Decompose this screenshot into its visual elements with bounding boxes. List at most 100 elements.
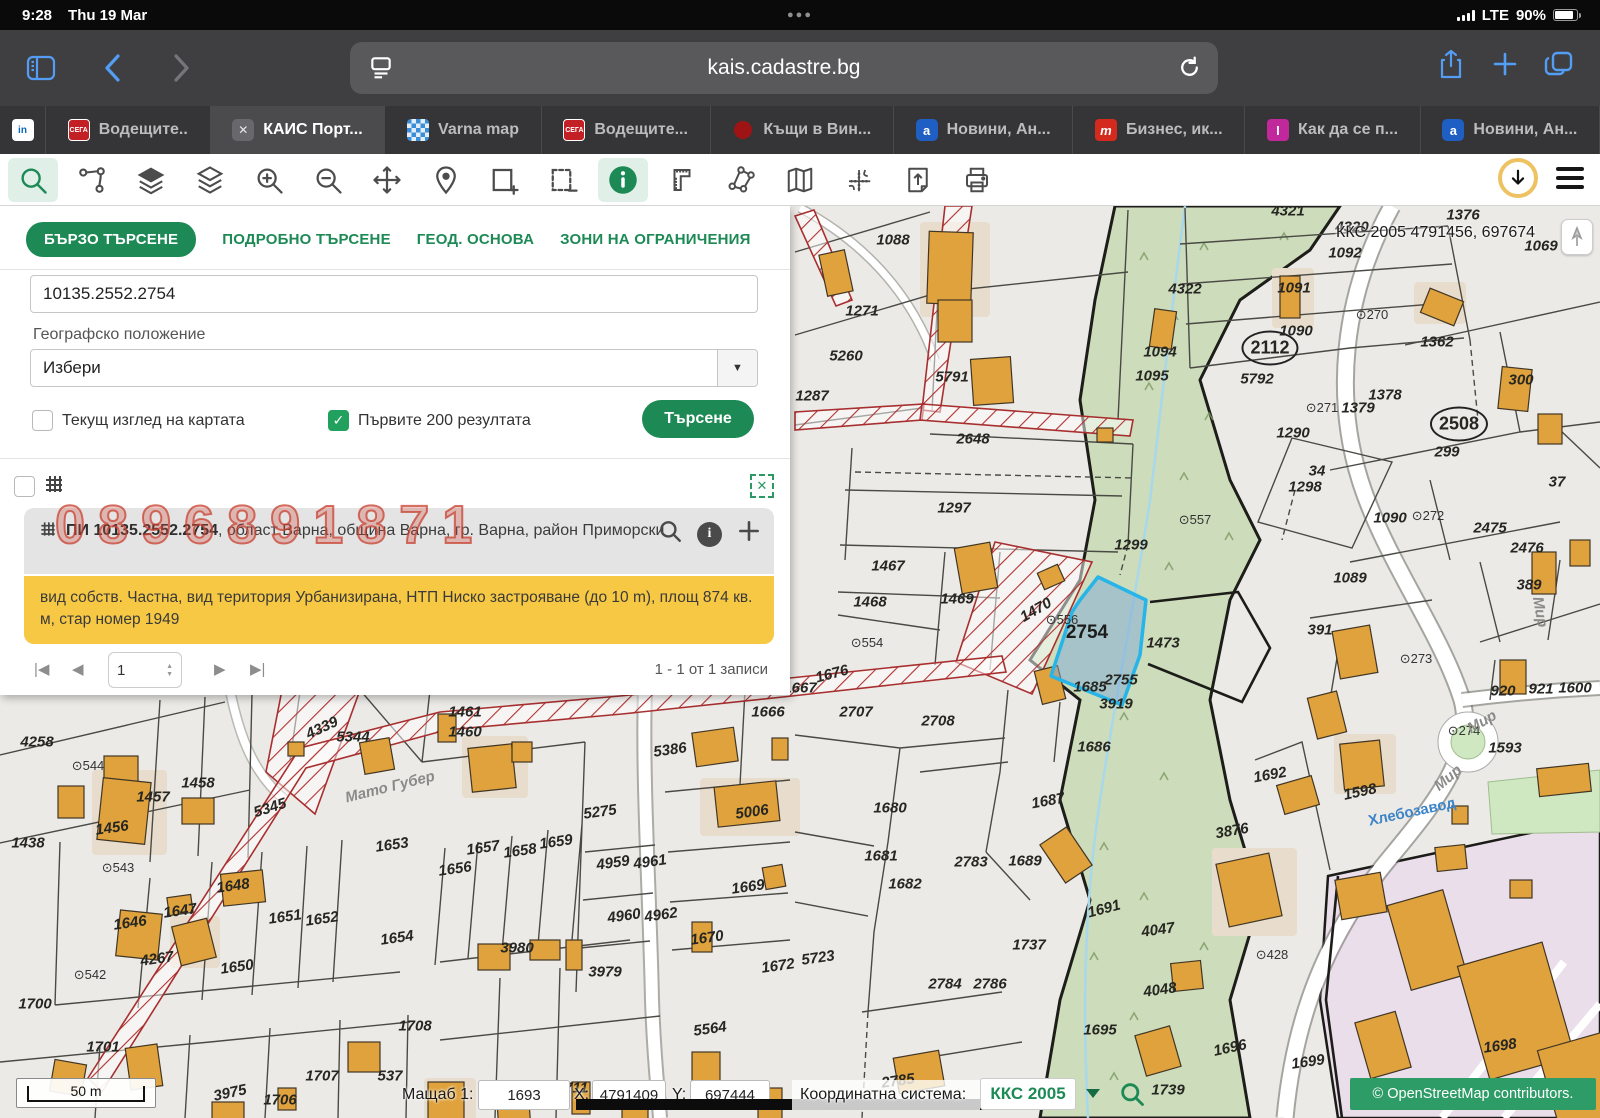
tab-strip: inСЕГАВодещите..✕КАИС Порт...Varna mapСЕ… [0,106,1600,154]
tab-label: КАИС Порт... [263,121,362,139]
next-page-button[interactable]: ▶ [214,660,226,678]
browser-tab[interactable]: ✕ КАИС Порт... [211,106,386,154]
menu-icon[interactable] [1552,163,1588,193]
chevron-down-icon[interactable]: ▼ [717,350,757,386]
map-icon[interactable] [775,158,825,202]
result-details: вид собств. Частна, вид територия Урбани… [24,576,774,644]
reload-icon[interactable] [1177,55,1202,85]
chevron-down-icon[interactable] [1086,1089,1100,1098]
result-id: ПИ 10135.2552.2754 [66,522,218,539]
favicon-i-pink: I [1267,119,1289,141]
select-all-checkbox[interactable] [14,476,35,497]
favicon-linkedin: in [12,119,34,141]
geo-label: Географско положение [33,326,205,344]
search-tool-button[interactable] [8,158,58,202]
map-search-icon[interactable] [1118,1080,1146,1113]
marker-icon[interactable] [421,158,471,202]
result-info-icon[interactable]: i [697,522,722,547]
geo-select[interactable]: Избери ▼ [30,349,758,387]
last-page-button[interactable]: ▶| [250,660,265,678]
panel-tab[interactable]: ПОДРОБНО ТЪРСЕНЕ [222,231,391,248]
records-summary: 1 - 1 от 1 записи [655,661,768,678]
zoom-to-selection-icon[interactable]: ✕ [750,474,774,498]
select-rect-subtract-icon[interactable] [539,158,589,202]
browser-tab[interactable]: Къщи в Вин... [711,106,894,154]
new-tab-button[interactable] [1478,42,1532,86]
pan-icon[interactable] [362,158,412,202]
stepper-icons[interactable]: ▲▼ [166,663,173,678]
layers-filled-icon[interactable] [126,158,176,202]
signal-icon [1457,10,1475,21]
result-zoom-icon[interactable] [657,518,683,551]
search-button[interactable]: Търсене [642,400,754,438]
route-tool-icon[interactable] [67,158,117,202]
browser-tab[interactable]: Varna map [385,106,541,154]
browser-tab[interactable]: I Как да се п... [1245,106,1420,154]
scale-value-field[interactable]: 1693 [478,1080,570,1110]
close-icon[interactable]: ✕ [232,119,254,141]
battery-percent: 90% [1516,7,1546,24]
browser-tab[interactable]: СЕГА Водещите.. [46,106,211,154]
favicon-a-blue: a [916,119,938,141]
nodes-icon[interactable] [716,158,766,202]
panel-tab[interactable]: БЪРЗО ТЪРСЕНЕ [26,222,196,257]
browser-tab[interactable]: a Новини, Ан... [894,106,1073,154]
measure-icon[interactable] [657,158,707,202]
panel-tab-strip: БЪРЗО ТЪРСЕНЕ ПОДРОБНО ТЪРСЕНЕ ГЕОД. ОСНОВ… [0,206,790,269]
home-indicator-dots: ●●● [787,9,813,21]
browser-toolbar: kais.cadastre.bg [0,30,1600,106]
zoom-in-icon[interactable] [244,158,294,202]
tab-label: Как да се п... [1298,121,1398,139]
map-toolbar [0,154,1600,206]
compass-button[interactable] [1561,219,1593,255]
osm-attribution[interactable]: © OpenStreetMap contributors. [1350,1078,1596,1110]
sidebar-button[interactable] [14,46,68,90]
browser-tab[interactable]: m Бизнес, ик... [1073,106,1245,154]
screen: 1088432113761069432010921271109143221094… [0,0,1600,1118]
panel-tab[interactable]: ГЕОД. ОСНОВА [417,231,534,248]
result-row[interactable]: ПИ 10135.2552.2754, област Варна, община… [24,508,774,574]
favicon-m-red: m [1095,119,1117,141]
date: Thu 19 Mar [68,7,147,24]
current-view-label: Текущ изглед на картата [62,412,245,430]
first200-checkbox[interactable]: ✓ [328,410,349,431]
page-stepper[interactable]: 1 ▲▼ [108,652,182,688]
back-button[interactable] [86,46,140,90]
browser-tab[interactable]: in [0,106,46,154]
download-button[interactable] [1498,158,1538,198]
browser-tab[interactable]: СЕГАВодещите... [542,106,711,154]
battery-icon [1553,9,1578,21]
layers-icon[interactable] [185,158,235,202]
prev-page-button[interactable]: ◀ [72,660,84,678]
first200-label: Първите 200 резултата [358,412,531,430]
favicon-sega: СЕГА [68,119,90,141]
print-icon[interactable] [952,158,1002,202]
result-add-icon[interactable] [736,518,762,551]
tabs-overview-button[interactable] [1532,42,1586,86]
tab-label: Водещите.. [99,121,188,139]
zoom-out-icon[interactable] [303,158,353,202]
favicon-sega: СЕГА [563,119,585,141]
crs-label: Координатна система: [800,1086,966,1104]
crs-select[interactable]: ККС 2005 [980,1078,1076,1110]
status-bar: 9:28 Thu 19 Mar ●●● LTE 90% [0,0,1600,30]
select-rect-add-icon[interactable] [480,158,530,202]
info-tool-button[interactable] [598,158,648,202]
divider [0,458,790,459]
tab-label: Новини, Ан... [947,121,1051,139]
tab-label: Къщи в Вин... [763,121,871,139]
panel-tab[interactable]: ЗОНИ НА ОГРАНИЧЕНИЯ [560,231,751,248]
first-page-button[interactable]: |◀ [34,660,49,678]
url-bar[interactable]: kais.cadastre.bg [350,42,1218,94]
share-button[interactable] [1424,42,1478,86]
coordinate-grid-icon[interactable] [834,158,884,202]
tab-label: Бизнес, ик... [1126,121,1223,139]
current-view-checkbox[interactable] [32,410,53,431]
search-panel: БЪРЗО ТЪРСЕНЕ ПОДРОБНО ТЪРСЕНЕ ГЕОД. ОСНОВ… [0,206,790,695]
parcel-search-input[interactable] [30,275,758,313]
result-location: , област Варна, община Варна, гр. Варна,… [218,522,664,539]
browser-tab[interactable]: aНовини, Ан... [1421,106,1600,154]
forward-button[interactable] [154,46,208,90]
clock: 9:28 [22,7,52,24]
export-icon[interactable] [893,158,943,202]
